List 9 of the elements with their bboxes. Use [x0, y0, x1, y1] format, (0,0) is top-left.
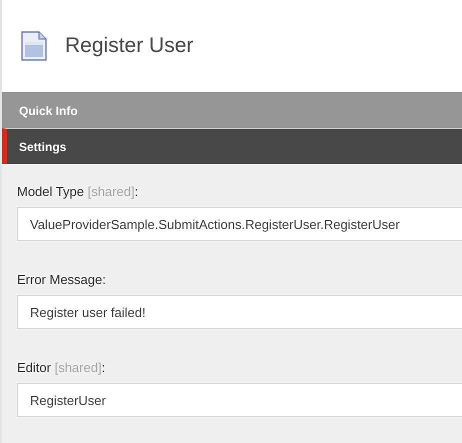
input-field[interactable]: RegisterUser	[17, 383, 462, 417]
field-label: Editor [shared]:	[17, 360, 106, 375]
section-header[interactable]: Settings	[2, 128, 462, 164]
document-icon	[21, 31, 47, 61]
field-label: Model Type [shared]:	[17, 184, 140, 199]
field-label: Error Message:	[17, 272, 107, 287]
input-field[interactable]: ValueProviderSample.SubmitActions.RegisterUser.RegisterUser	[17, 207, 462, 241]
page-title: Register User	[65, 34, 194, 58]
input-field[interactable]: Register user failed!	[17, 295, 462, 329]
